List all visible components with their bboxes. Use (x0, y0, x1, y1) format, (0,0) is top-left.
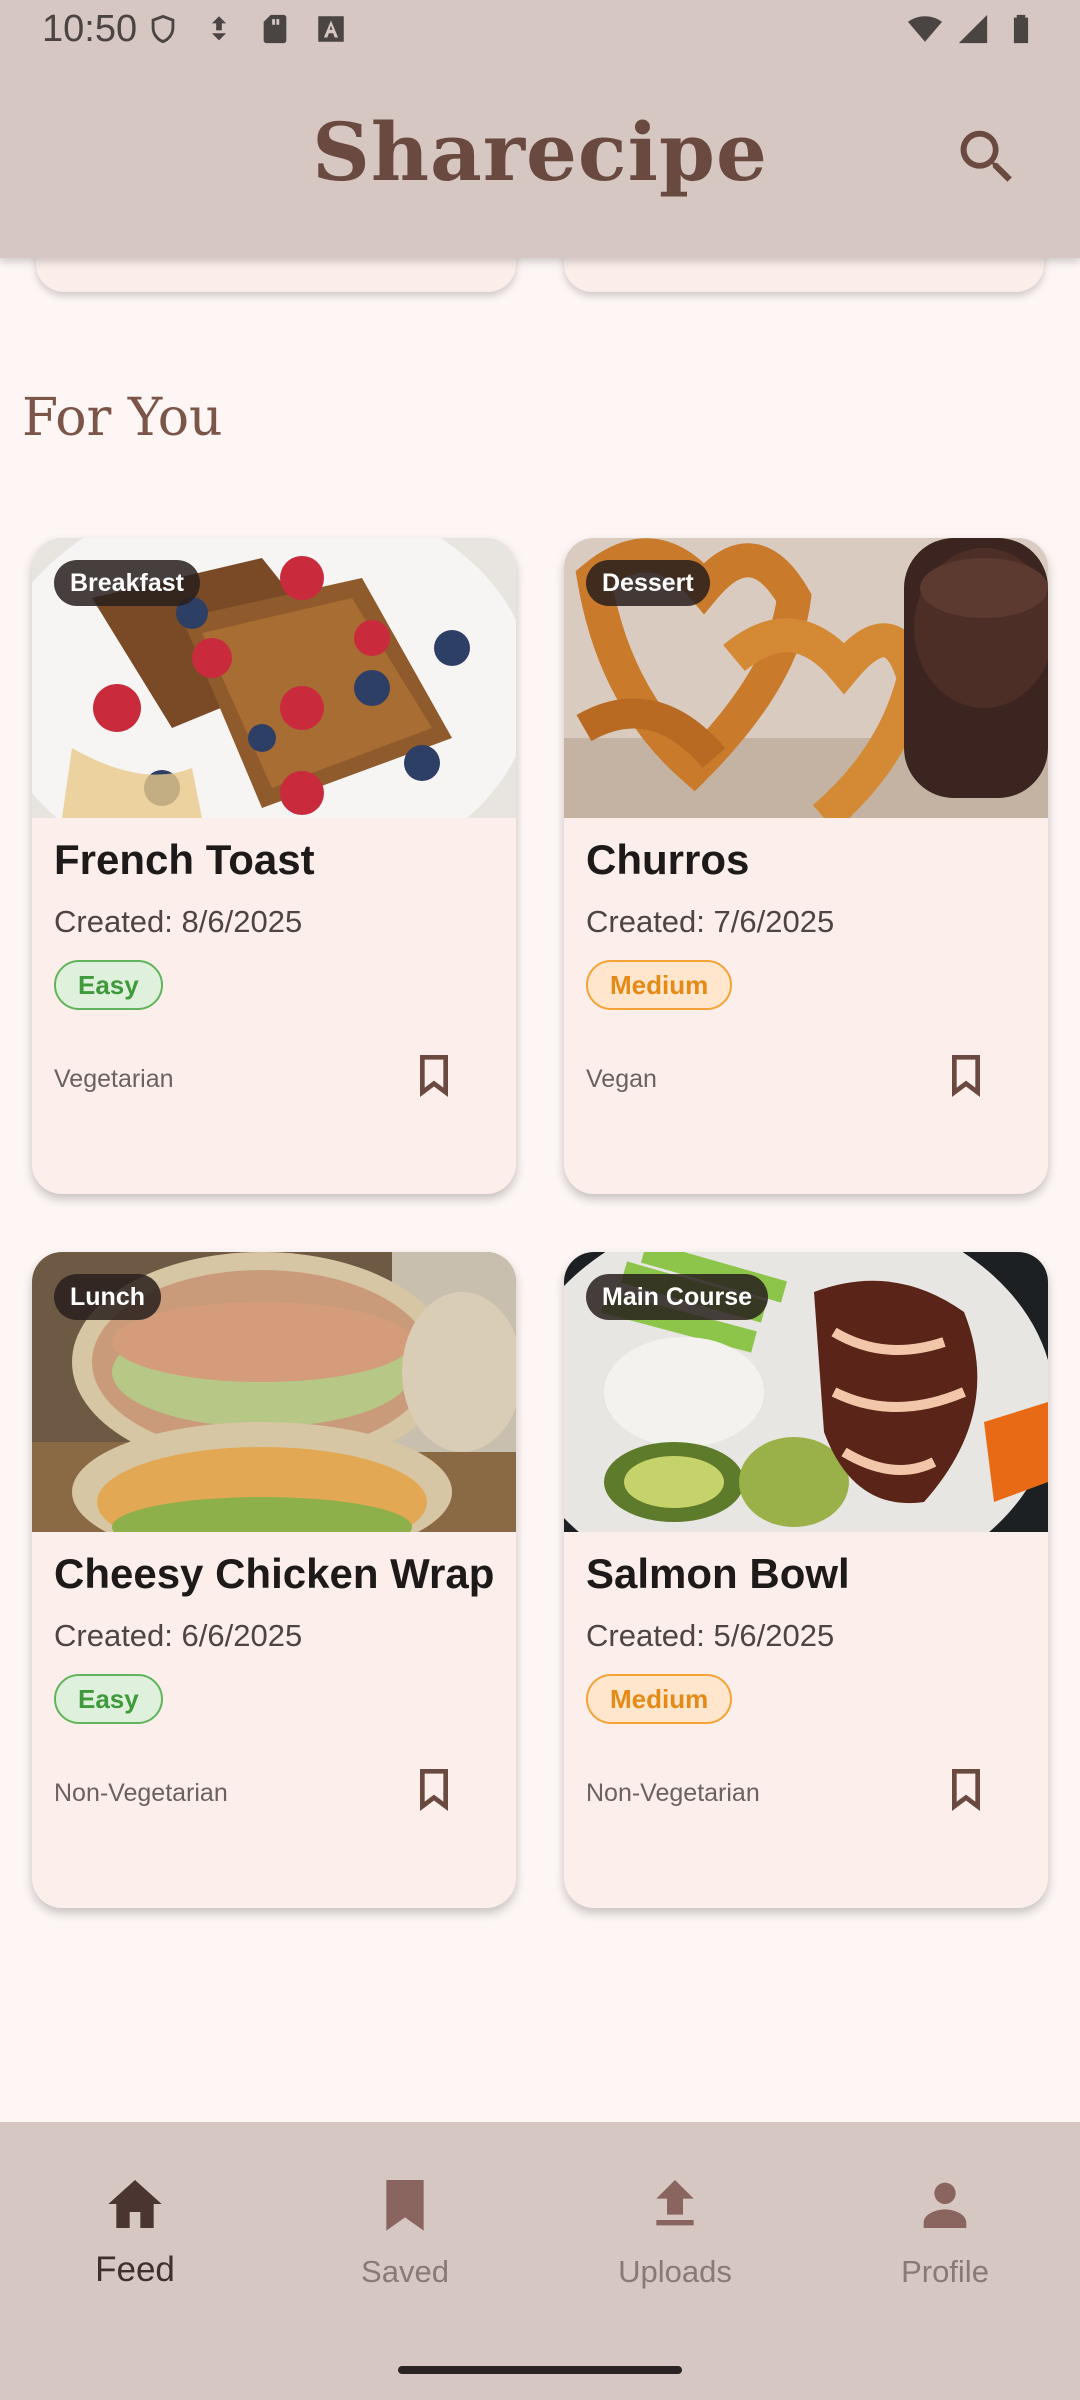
diet-label: Non-Vegetarian (586, 1779, 760, 1807)
nav-item-feed[interactable]: Feed (0, 2122, 270, 2322)
diet-label: Vegan (586, 1065, 657, 1093)
difficulty-badge: Medium (586, 960, 733, 1010)
status-icons-left (146, 12, 348, 46)
recipe-created-date: Created: 5/6/2025 (586, 1618, 835, 1653)
battery-icon (1004, 12, 1038, 46)
recipe-created-date: Created: 6/6/2025 (54, 1618, 303, 1653)
home-icon (103, 2172, 167, 2236)
difficulty-badge: Medium (586, 1674, 733, 1724)
recipe-title: French Toast (54, 836, 315, 883)
category-badge: Lunch (54, 1274, 161, 1320)
recipe-created-date: Created: 7/6/2025 (586, 904, 835, 939)
bottom-navigation: Feed Saved Uploads Profile (0, 2122, 1080, 2400)
nav-label: Feed (95, 2250, 175, 2289)
download-arrow-icon (202, 12, 236, 46)
recipe-card[interactable]: Main Course Salmon Bowl Created: 5/6/202… (564, 1252, 1048, 1908)
sd-card-icon (258, 12, 292, 46)
recipe-card[interactable]: Lunch Cheesy Chicken Wrap Created: 6/6/2… (32, 1252, 516, 1908)
nav-label: Uploads (618, 2254, 732, 2289)
nav-label: Profile (901, 2254, 989, 2289)
recipe-title: Churros (586, 836, 750, 883)
app-title: Sharecipe (312, 105, 768, 199)
recipe-title: Cheesy Chicken Wrap (54, 1550, 495, 1597)
font-a-icon (314, 12, 348, 46)
category-badge: Main Course (586, 1274, 769, 1320)
diet-label: Non-Vegetarian (54, 1779, 228, 1807)
bookmark-icon[interactable] (938, 1048, 994, 1104)
bookmark-icon[interactable] (406, 1762, 462, 1818)
recipe-title: Salmon Bowl (586, 1550, 850, 1597)
section-title: For You (22, 388, 223, 448)
diet-label: Vegetarian (54, 1065, 174, 1093)
status-time: 10:50 (42, 8, 138, 50)
bookmark-icon (373, 2172, 437, 2236)
person-icon (913, 2172, 977, 2236)
recipe-card[interactable]: Dessert Churros Created: 7/6/2025 Medium… (564, 538, 1048, 1194)
category-badge: Dessert (586, 560, 710, 606)
nav-item-uploads[interactable]: Uploads (540, 2122, 810, 2322)
recipe-card[interactable]: Breakfast French Toast Created: 8/6/2025… (32, 538, 516, 1194)
nav-label: Saved (361, 2254, 449, 2289)
category-badge: Breakfast (54, 560, 200, 606)
upload-icon (643, 2172, 707, 2236)
bookmark-icon[interactable] (938, 1762, 994, 1818)
home-indicator[interactable] (398, 2366, 682, 2374)
shield-icon (146, 12, 180, 46)
nav-item-saved[interactable]: Saved (270, 2122, 540, 2322)
search-icon[interactable] (952, 122, 1022, 192)
recipe-created-date: Created: 8/6/2025 (54, 904, 303, 939)
app-bar: 10:50 Sharecipe (0, 0, 1080, 258)
nav-item-profile[interactable]: Profile (810, 2122, 1080, 2322)
bookmark-icon[interactable] (406, 1048, 462, 1104)
status-icons-right (908, 12, 1038, 46)
difficulty-badge: Easy (54, 1674, 163, 1724)
wifi-icon (908, 12, 942, 46)
signal-icon (956, 12, 990, 46)
difficulty-badge: Easy (54, 960, 163, 1010)
